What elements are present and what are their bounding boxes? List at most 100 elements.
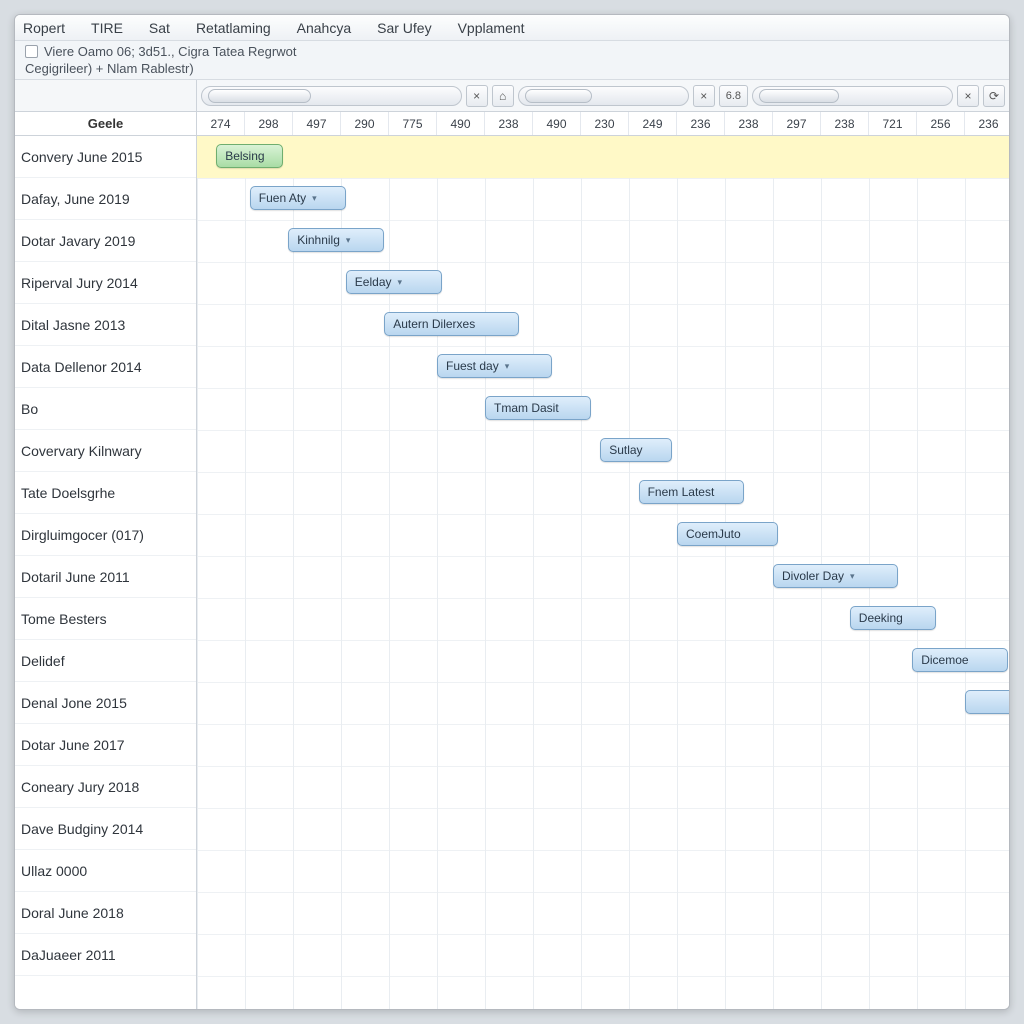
chevron-down-icon: ▾: [398, 277, 403, 288]
gantt-bar[interactable]: Dicemoe: [912, 648, 1008, 672]
timeline-row: Kinhnilg ▾: [197, 220, 1009, 262]
row-label[interactable]: Riperval Jury 2014: [15, 262, 196, 304]
row-label[interactable]: Dafay, June 2019: [15, 178, 196, 220]
column-header[interactable]: 290: [341, 112, 389, 135]
chevron-down-icon: ▾: [312, 193, 317, 204]
row-label[interactable]: Covervary Kilnwary: [15, 430, 196, 472]
row-label[interactable]: Convery June 2015: [15, 136, 196, 178]
chevron-down-icon: ▾: [850, 571, 855, 582]
gantt-bar-label: Dicemoe: [921, 653, 968, 667]
close-button-3[interactable]: ×: [957, 85, 979, 107]
column-header[interactable]: 721: [869, 112, 917, 135]
row-label[interactable]: Data Dellenor 2014: [15, 346, 196, 388]
column-header[interactable]: 238: [725, 112, 773, 135]
timeline-row: [197, 682, 1009, 724]
timeline-row: Sutlay: [197, 430, 1009, 472]
column-header[interactable]: 238: [821, 112, 869, 135]
row-label[interactable]: Doral June 2018: [15, 892, 196, 934]
hscrollbar-1[interactable]: [201, 86, 462, 106]
gantt-bar[interactable]: Eelday ▾: [346, 270, 442, 294]
timeline-row: [197, 934, 1009, 976]
gantt-bar[interactable]: Divoler Day▾: [773, 564, 898, 588]
column-header[interactable]: 497: [293, 112, 341, 135]
row-label[interactable]: Tate Doelsgrhe: [15, 472, 196, 514]
checkbox-icon[interactable]: [25, 45, 38, 58]
row-label[interactable]: Dital Jasne 2013: [15, 304, 196, 346]
row-label[interactable]: Denal Jone 2015: [15, 682, 196, 724]
menu-item[interactable]: Sar Ufey: [373, 18, 435, 38]
hscrollbar-3[interactable]: [752, 86, 953, 106]
gantt-bar[interactable]: Autern Dilerxes: [384, 312, 518, 336]
timeline-row: [197, 892, 1009, 934]
column-header[interactable]: 238: [485, 112, 533, 135]
timeline-row: Autern Dilerxes: [197, 304, 1009, 346]
gantt-bar[interactable]: Kinhnilg ▾: [288, 228, 384, 252]
app-window: Ropert TIRE Sat Retatlaming Anahcya Sar Ufey V…: [14, 14, 1010, 1010]
menu-item[interactable]: Ropert: [19, 18, 69, 38]
chevron-down-icon: ▾: [346, 235, 351, 246]
sub-header: Viere Oamo 06; 3d51., Cigra Tatea Regrwo…: [15, 41, 1009, 80]
column-header[interactable]: 297: [773, 112, 821, 135]
gantt-bar-label: Kinhnilg: [297, 233, 340, 247]
menu-item[interactable]: Retatlaming: [192, 18, 275, 38]
menu-item[interactable]: TIRE: [87, 18, 127, 38]
menu-item[interactable]: Vpplament: [454, 18, 529, 38]
menu-item[interactable]: Sat: [145, 18, 174, 38]
row-label[interactable]: Dotaril June 2011: [15, 556, 196, 598]
refresh-button[interactable]: ⟳: [983, 85, 1005, 107]
row-label[interactable]: Ullaz 0000: [15, 850, 196, 892]
timeline-row: [197, 766, 1009, 808]
timeline-row: Fnem Latest: [197, 472, 1009, 514]
gantt-bar[interactable]: Fuen Aty▾: [250, 186, 346, 210]
row-label[interactable]: Bo: [15, 388, 196, 430]
close-icon: ×: [473, 89, 480, 103]
chevron-down-icon: ▾: [505, 361, 510, 372]
menu-item[interactable]: Anahcya: [293, 18, 355, 38]
gantt-bar-label: Tmam Dasit: [494, 401, 559, 415]
gantt-bar[interactable]: Deeking: [850, 606, 936, 630]
row-label[interactable]: Tome Besters: [15, 598, 196, 640]
timeline-grid[interactable]: Belsing Fuen Aty▾ Kinhnilg ▾ Eelday ▾ Autern D…: [197, 136, 1009, 1009]
timeline-row: Fuest day ▾: [197, 346, 1009, 388]
column-header[interactable]: 775: [389, 112, 437, 135]
row-label[interactable]: DaJuaeer 2011: [15, 934, 196, 976]
timeline-row: [197, 808, 1009, 850]
row-label[interactable]: Delidef: [15, 640, 196, 682]
timeline-row: [197, 724, 1009, 766]
close-button[interactable]: ×: [466, 85, 488, 107]
column-header[interactable]: 249: [629, 112, 677, 135]
gantt-bar-label: Deeking: [859, 611, 903, 625]
gantt-bar[interactable]: Fnem Latest: [639, 480, 745, 504]
timeline-row: Dicemoe: [197, 640, 1009, 682]
close-button-2[interactable]: ×: [693, 85, 715, 107]
gantt-bar[interactable]: CoemJuto: [677, 522, 778, 546]
hscrollbar-2[interactable]: [518, 86, 689, 106]
row-labels: Convery June 2015Dafay, June 2019Dotar J…: [15, 136, 197, 1009]
column-header[interactable]: 230: [581, 112, 629, 135]
column-header[interactable]: 274: [197, 112, 245, 135]
subheader-line2: Cegigrileer) + Nlam Rablestr): [25, 61, 194, 76]
column-header[interactable]: 298: [245, 112, 293, 135]
column-header[interactable]: 490: [533, 112, 581, 135]
column-header[interactable]: 236: [965, 112, 1010, 135]
gantt-bar[interactable]: [965, 690, 1009, 714]
row-label[interactable]: Dotar June 2017: [15, 724, 196, 766]
gantt-bar-label: Fuest day: [446, 359, 499, 373]
row-label[interactable]: Dirgluimgocer (017): [15, 514, 196, 556]
row-label[interactable]: Dotar Javary 2019: [15, 220, 196, 262]
gantt-bar[interactable]: Sutlay: [600, 438, 672, 462]
row-label[interactable]: Dave Budginy 2014: [15, 808, 196, 850]
column-header[interactable]: 490: [437, 112, 485, 135]
gantt-bar[interactable]: Belsing: [216, 144, 283, 168]
zoom-indicator[interactable]: 6.8: [719, 85, 748, 107]
home-button[interactable]: ⌂: [492, 85, 514, 107]
row-label[interactable]: Coneary Jury 2018: [15, 766, 196, 808]
gantt-bar-label: Autern Dilerxes: [393, 317, 475, 331]
gantt-bar[interactable]: Tmam Dasit: [485, 396, 591, 420]
gantt-bar[interactable]: Fuest day ▾: [437, 354, 552, 378]
column-header[interactable]: 236: [677, 112, 725, 135]
gantt-bar-label: Fnem Latest: [648, 485, 715, 499]
gantt-bar-label: Sutlay: [609, 443, 642, 457]
column-header[interactable]: 256: [917, 112, 965, 135]
gantt-bar-label: Eelday: [355, 275, 392, 289]
